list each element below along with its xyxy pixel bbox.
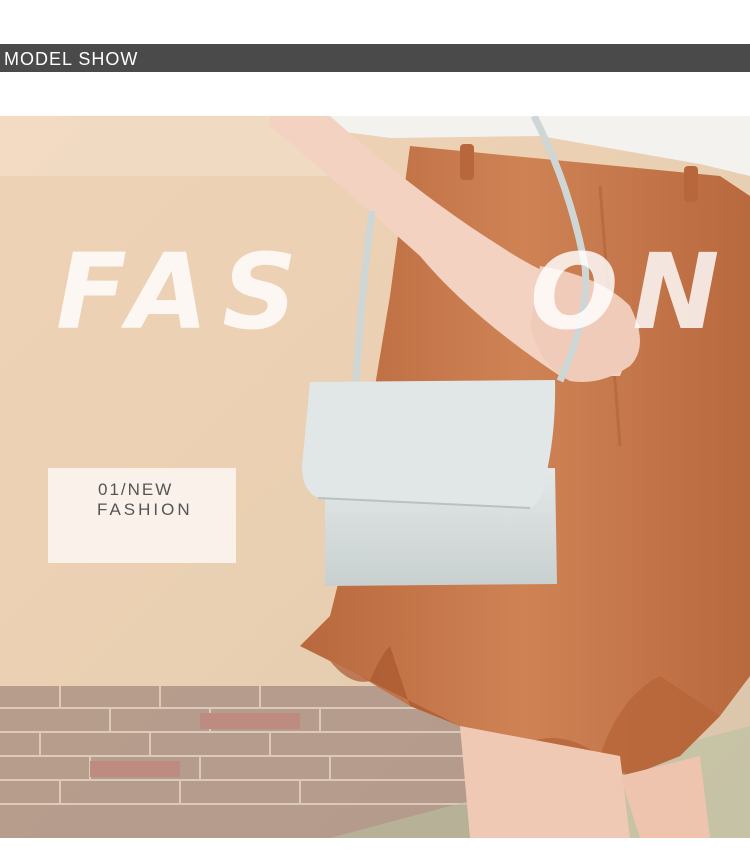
crossbody-bag: [302, 380, 557, 586]
fashion-tag-box: 01/NEW FASHION: [48, 468, 236, 563]
hero-word-left: FAS: [56, 231, 312, 353]
brick-pavement: [0, 686, 470, 838]
section-title: MODEL SHOW: [4, 49, 139, 69]
hero-word-right: ON: [530, 231, 734, 353]
model-photo: FAS ON 01/NEW FASHION: [0, 116, 750, 838]
tag-line-1: 01/NEW: [98, 480, 174, 499]
tag-line-2: FASHION: [97, 500, 193, 519]
section-header-bar: MODEL SHOW: [0, 44, 750, 72]
